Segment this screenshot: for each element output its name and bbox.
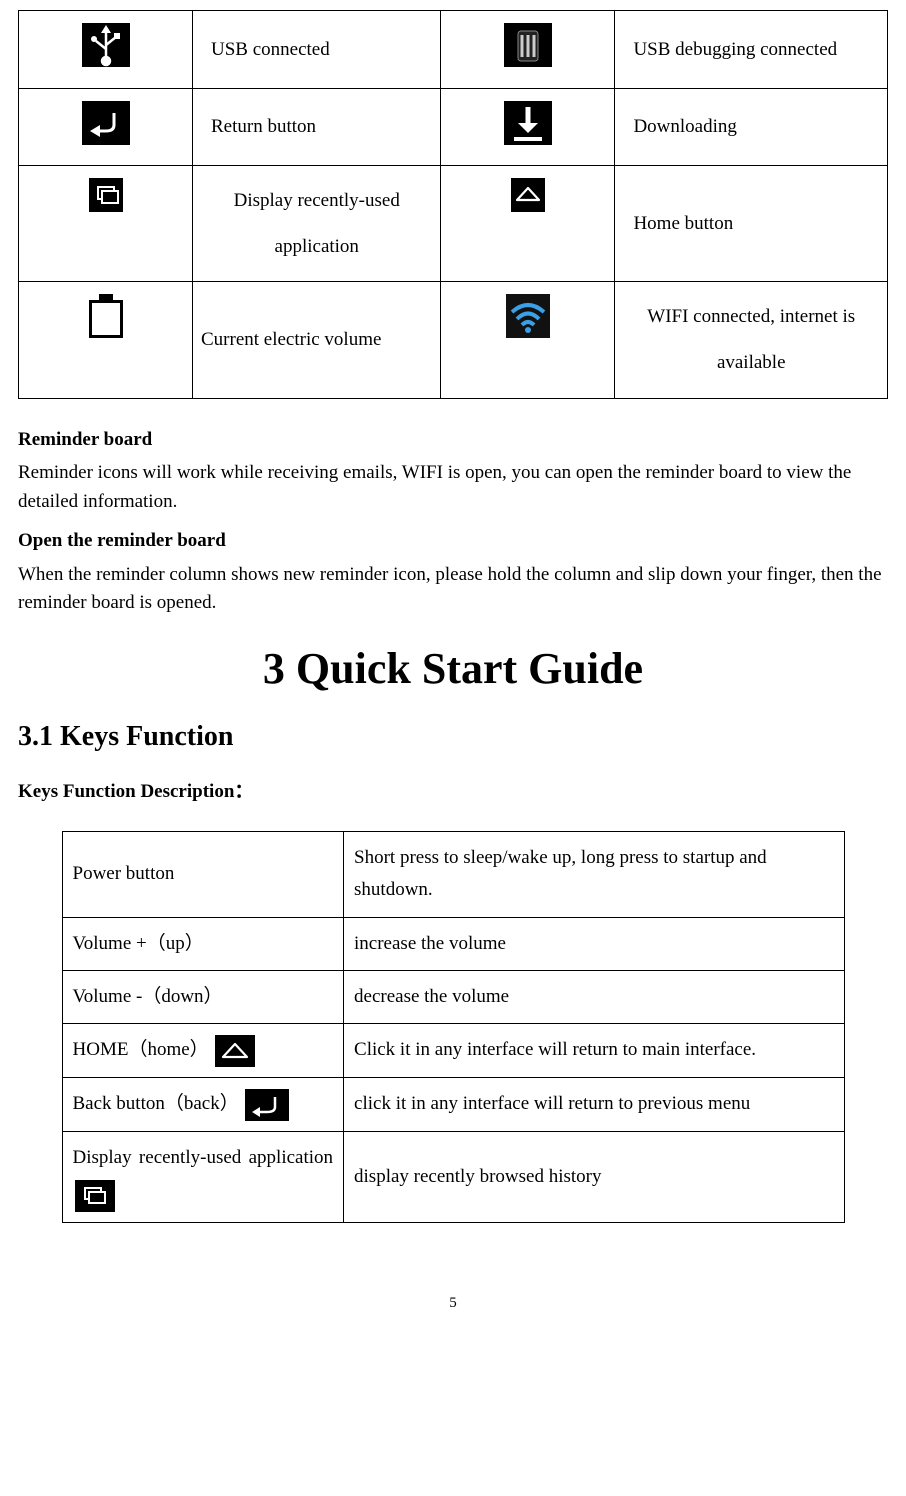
key-desc: Short press to sleep/wake up, long press… [344, 832, 844, 918]
home-button-icon [511, 178, 545, 212]
table-row: Volume -（down） decrease the volume [62, 971, 844, 1024]
key-desc: decrease the volume [344, 971, 844, 1024]
home-button-icon [215, 1035, 255, 1067]
key-label: Back button（back） [73, 1093, 239, 1114]
usb-icon-description: USB connected [193, 11, 441, 89]
key-name: Power button [62, 832, 344, 918]
key-name: Volume +（up） [62, 917, 344, 970]
keys-description-heading: Keys Function Description： [18, 779, 888, 806]
usb-debugging-icon [504, 23, 552, 67]
table-row: Back button（back） click it in any interf… [62, 1077, 844, 1131]
key-name: HOME（home） [62, 1024, 344, 1078]
keys-function-table: Power button Short press to sleep/wake u… [62, 831, 845, 1223]
table-row: Display recently-used application displa… [62, 1131, 844, 1222]
battery-icon-description: Current electric volume [193, 282, 441, 398]
home-button-icon-description: Home button [615, 166, 888, 282]
key-name: Back button（back） [62, 1077, 344, 1131]
wifi-icon [506, 294, 550, 338]
chapter-title: 3 Quick Start Guide [18, 638, 888, 700]
usb-debugging-icon-description: USB debugging connected [615, 11, 888, 89]
table-row: HOME（home） Click it in any interface wil… [62, 1024, 844, 1078]
recent-apps-icon-description: Display recently-used application [193, 166, 441, 282]
key-label: HOME（home） [73, 1039, 209, 1060]
recent-apps-icon [89, 178, 123, 212]
key-desc: click it in any interface will return to… [344, 1077, 844, 1131]
downloading-icon-description: Downloading [615, 88, 888, 166]
key-desc: Click it in any interface will return to… [344, 1024, 844, 1078]
recent-apps-icon [75, 1180, 115, 1212]
key-desc: display recently browsed history [344, 1131, 844, 1222]
icon-definition-table: USB connected USB debugging connected [18, 10, 888, 399]
key-name: Volume -（down） [62, 971, 344, 1024]
wifi-icon-description: WIFI connected, internet is available [615, 282, 888, 398]
section-title: 3.1 Keys Function [18, 717, 888, 756]
battery-icon [89, 294, 123, 338]
reminder-board-heading: Reminder board [18, 427, 888, 454]
return-button-icon [82, 101, 130, 145]
page-number: 5 [18, 1293, 888, 1314]
key-desc: increase the volume [344, 917, 844, 970]
return-button-icon [245, 1089, 289, 1121]
open-reminder-text: When the reminder column shows new remin… [18, 561, 888, 618]
usb-icon [82, 23, 130, 67]
key-label: Display recently-used application [73, 1142, 334, 1174]
key-name: Display recently-used application [62, 1131, 344, 1222]
table-row: Volume +（up） increase the volume [62, 917, 844, 970]
open-reminder-heading: Open the reminder board [18, 528, 888, 555]
downloading-icon [504, 101, 552, 145]
reminder-board-text: Reminder icons will work while receiving… [18, 459, 888, 516]
table-row: Power button Short press to sleep/wake u… [62, 832, 844, 918]
return-button-icon-description: Return button [193, 88, 441, 166]
